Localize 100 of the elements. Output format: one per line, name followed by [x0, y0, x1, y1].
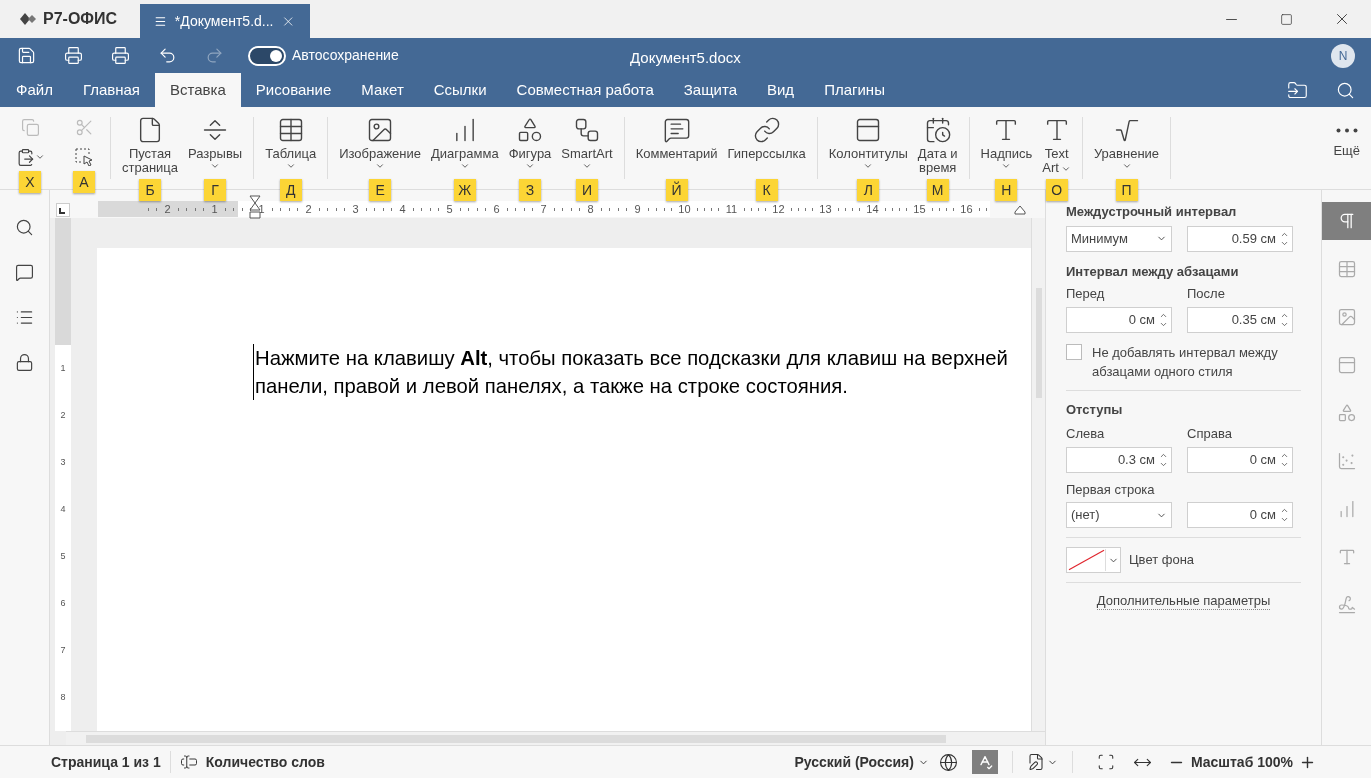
menu-tab[interactable]: Файл: [1, 73, 68, 107]
menu-tab[interactable]: Рисование: [240, 73, 347, 107]
toolbar-button[interactable]: Фигура: [503, 107, 557, 171]
search-icon: [15, 218, 34, 237]
caret-icon: [459, 161, 470, 171]
ruler-number: 1: [258, 201, 265, 217]
menu-tab[interactable]: Защита: [668, 73, 752, 107]
user-avatar[interactable]: N: [1331, 43, 1355, 68]
sidebar-button[interactable]: [15, 263, 34, 282]
select-field[interactable]: (нет): [1066, 502, 1172, 528]
signature-icon: [1336, 595, 1357, 615]
section-title: Отступы: [1066, 400, 1124, 419]
toolbar-button[interactable]: Надпись: [975, 107, 1038, 171]
caret-icon: [285, 161, 296, 171]
autosave-label: Автосохранение: [292, 46, 399, 65]
no-color-icon: [1068, 549, 1106, 571]
shapes-icon: [1336, 403, 1357, 423]
section-title: Междустрочный интервал: [1066, 203, 1238, 221]
menu-tab[interactable]: Вставка: [155, 73, 241, 107]
header-footer-icon: [1336, 355, 1357, 375]
save-icon: [17, 46, 36, 65]
printer-icon: [64, 46, 83, 65]
spin-field[interactable]: 0.35 см: [1187, 306, 1293, 333]
ruler-number: 7: [60, 643, 66, 657]
zoom-level[interactable]: Масштаб 100%: [1190, 751, 1293, 773]
sidebar-button[interactable]: [15, 218, 34, 237]
spin-field[interactable]: 0 см: [1187, 502, 1293, 528]
right-indent-marker-icon[interactable]: [1014, 205, 1026, 215]
checkbox[interactable]: [1066, 343, 1082, 360]
toolbar-button[interactable]: Комментарий: [630, 107, 723, 161]
toolbar-button[interactable]: Уравнение: [1088, 107, 1165, 171]
word-count-button[interactable]: Количество слов: [205, 751, 325, 773]
toolbar-button[interactable]: Text Art: [1037, 107, 1076, 175]
navigation-icon: [15, 308, 34, 327]
fit-page-icon[interactable]: [1096, 753, 1115, 771]
toolbar-button[interactable]: Изображение: [334, 107, 427, 171]
indent-marker-icon[interactable]: [249, 195, 261, 221]
shapes-icon: [516, 116, 544, 144]
track-changes-icon[interactable]: [1026, 753, 1045, 771]
vertical-scrollbar[interactable]: [1031, 218, 1045, 731]
key-hint: З: [519, 179, 541, 201]
page-indicator[interactable]: Страница 1 из 1: [51, 751, 161, 773]
ruler-number: 6: [493, 201, 500, 217]
key-hint: Е: [369, 179, 392, 201]
color-label: Цвет фона: [1129, 551, 1195, 570]
sidebar-button[interactable]: [15, 308, 34, 327]
quick-access-button[interactable]: [17, 46, 36, 65]
menu-tab[interactable]: Макет: [346, 73, 419, 107]
menu-tab[interactable]: Плагины: [809, 73, 900, 107]
globe-icon[interactable]: [938, 752, 958, 772]
toolbar-button[interactable]: Колонтитулы: [823, 107, 913, 171]
spin-field[interactable]: 0 см: [1066, 306, 1172, 333]
spin-field[interactable]: 0.59 см: [1187, 225, 1293, 252]
key-hint: И: [576, 179, 598, 201]
toolbar-button[interactable]: Диаграмма: [426, 107, 504, 171]
menu-tab[interactable]: Ссылки: [418, 73, 502, 107]
ruler-number: 5: [60, 549, 66, 563]
spin-field[interactable]: 0 см: [1187, 446, 1293, 473]
toolbar-button[interactable]: Дата и время: [912, 107, 963, 175]
color-picker[interactable]: [1066, 547, 1121, 573]
caret-icon: [375, 161, 386, 171]
document-tab[interactable]: *Документ5.d...: [140, 4, 310, 38]
menu-tab[interactable]: Вид: [752, 73, 810, 107]
autosave-toggle[interactable]: [248, 45, 286, 66]
tab-stop-icon[interactable]: [56, 203, 70, 217]
language-button[interactable]: Русский (Россия): [794, 751, 929, 773]
ruler-number: 13: [819, 201, 832, 217]
toolbar-button[interactable]: Гиперссылка: [722, 107, 811, 161]
menu-tab[interactable]: Главная: [67, 73, 155, 107]
sidebar-button[interactable]: [15, 353, 34, 372]
horizontal-scrollbar[interactable]: [66, 731, 1045, 745]
quick-access-button[interactable]: [111, 46, 130, 65]
toolbar-button[interactable]: Пустая страница: [117, 107, 184, 175]
ruler-number: 2: [305, 201, 312, 217]
toolbar-button[interactable]: SmartArt: [556, 107, 618, 171]
toolbar-button[interactable]: Таблица: [260, 107, 322, 171]
spellcheck-button[interactable]: [971, 750, 998, 774]
maximize-icon[interactable]: [1280, 12, 1293, 26]
select-field[interactable]: Минимум: [1066, 225, 1172, 252]
caret-icon: [1121, 161, 1132, 171]
quick-access-button[interactable]: [158, 46, 177, 65]
lock-icon: [15, 353, 34, 372]
scatter-chart-icon: [1336, 451, 1357, 471]
toolbar-button[interactable]: Разрывы: [183, 107, 248, 171]
link-icon: [752, 116, 781, 144]
ruler-number: 1: [211, 201, 218, 217]
quick-access-button[interactable]: [64, 46, 83, 65]
caret-icon: [525, 161, 535, 171]
field-label: Перед: [1066, 285, 1106, 303]
spin-field[interactable]: 0.3 см: [1066, 446, 1172, 473]
key-hint: Г: [204, 179, 227, 201]
open-location-icon[interactable]: [1287, 79, 1308, 101]
toolbar-button[interactable]: Ещё: [1328, 107, 1365, 158]
ruler-number: 12: [772, 201, 785, 217]
sidebar-tab[interactable]: [1322, 202, 1371, 240]
search-icon[interactable]: [1336, 80, 1355, 100]
menu-tab[interactable]: Совместная работа: [501, 73, 669, 107]
ruler-number: 7: [540, 201, 547, 217]
key-hint: М: [926, 179, 949, 201]
advanced-settings-link[interactable]: Дополнительные параметры: [1096, 592, 1271, 610]
